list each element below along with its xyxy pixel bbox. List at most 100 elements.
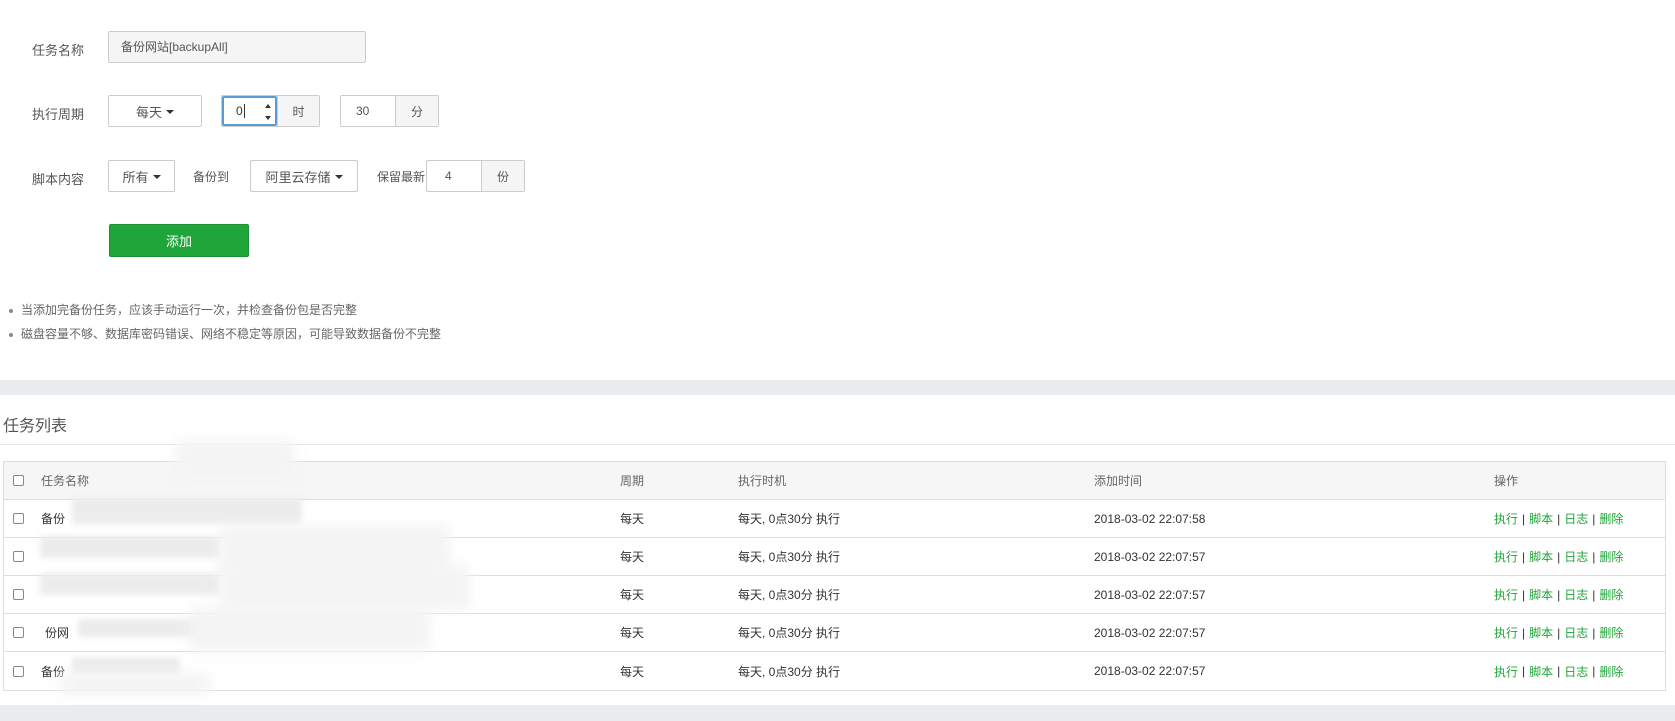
script-link[interactable]: 脚本	[1529, 510, 1553, 527]
action-separator: |	[1592, 511, 1596, 526]
section-divider	[0, 380, 1675, 395]
row-checkbox[interactable]	[13, 627, 24, 638]
add-button[interactable]: 添加	[109, 224, 249, 257]
keep-latest-label: 保留最新	[377, 170, 426, 184]
action-separator: |	[1557, 625, 1561, 640]
actions-cell: 执行 | 脚本 | 日志 | 删除	[1494, 652, 1623, 690]
backup-target-value: 阿里云存储	[265, 169, 331, 185]
row-checkbox-cell	[13, 500, 24, 537]
hour-unit: 时	[277, 96, 319, 126]
spinner-up-icon[interactable]	[265, 104, 272, 108]
row-checkbox[interactable]	[13, 551, 24, 562]
hour-spinner[interactable]: 0	[222, 96, 278, 126]
run-link[interactable]: 执行	[1494, 624, 1518, 641]
script-link[interactable]: 脚本	[1529, 586, 1553, 603]
keep-count-input[interactable]: 4	[427, 161, 481, 191]
col-period: 周期	[620, 474, 645, 488]
script-row: 脚本内容 所有 备份到 阿里云存储 保留最新 4 份	[0, 160, 1675, 194]
delete-link[interactable]: 删除	[1599, 663, 1623, 680]
col-actions: 操作	[1494, 474, 1519, 488]
delete-link[interactable]: 删除	[1599, 510, 1623, 527]
actions-cell: 执行 | 脚本 | 日志 | 删除	[1494, 538, 1623, 575]
keep-count-group: 4 份	[426, 160, 525, 192]
action-separator: |	[1522, 549, 1526, 564]
action-separator: |	[1557, 511, 1561, 526]
row-checkbox-cell	[13, 614, 24, 651]
period-dropdown[interactable]: 每天	[108, 95, 202, 127]
action-separator: |	[1592, 587, 1596, 602]
redaction-blur	[220, 565, 470, 610]
row-checkbox[interactable]	[13, 665, 24, 677]
log-link[interactable]: 日志	[1564, 663, 1588, 680]
added-cell: 2018-03-02 22:07:57	[1094, 587, 1206, 602]
script-link[interactable]: 脚本	[1529, 548, 1553, 565]
caret-down-icon	[152, 175, 161, 179]
spinner-down-icon[interactable]	[265, 116, 272, 120]
run-link[interactable]: 执行	[1494, 510, 1518, 527]
redaction-blur	[40, 573, 220, 595]
minute-unit: 分	[395, 96, 438, 126]
row-checkbox-cell	[13, 538, 24, 575]
task-name-cell: 备份	[41, 512, 66, 526]
timing-cell: 每天, 0点30分 执行	[738, 550, 841, 564]
tip-item: 磁盘容量不够、数据库密码错误、网络不稳定等原因，可能导致数据备份不完整	[8, 324, 441, 348]
actions-cell: 执行 | 脚本 | 日志 | 删除	[1494, 576, 1623, 613]
text-cursor	[243, 104, 245, 118]
backup-target-dropdown[interactable]: 阿里云存储	[250, 160, 358, 192]
period-cell: 每天	[620, 664, 645, 679]
period-dropdown-value: 每天	[135, 104, 162, 120]
cycle-label: 执行周期	[32, 107, 85, 122]
actions-cell: 执行 | 脚本 | 日志 | 删除	[1494, 500, 1623, 537]
script-link[interactable]: 脚本	[1529, 624, 1553, 641]
col-added: 添加时间	[1094, 474, 1143, 488]
delete-link[interactable]: 删除	[1599, 586, 1623, 603]
redaction-blur	[78, 619, 200, 637]
task-name-label: 任务名称	[32, 43, 85, 58]
action-separator: |	[1592, 625, 1596, 640]
row-checkbox-cell	[13, 652, 24, 690]
row-checkbox[interactable]	[13, 513, 24, 524]
cycle-row: 执行周期 每天 0 时 30 分	[0, 95, 1675, 129]
redaction-blur	[60, 673, 210, 695]
added-cell: 2018-03-02 22:07:58	[1094, 511, 1206, 526]
minute-input[interactable]: 30	[341, 96, 395, 126]
redaction-blur	[190, 607, 430, 652]
timing-cell: 每天, 0点30分 执行	[738, 664, 841, 679]
run-link[interactable]: 执行	[1494, 663, 1518, 680]
delete-link[interactable]: 删除	[1599, 624, 1623, 641]
row-checkbox[interactable]	[13, 589, 24, 600]
added-cell: 2018-03-02 22:07:57	[1094, 625, 1206, 640]
action-separator: |	[1522, 587, 1526, 602]
log-link[interactable]: 日志	[1564, 548, 1588, 565]
action-separator: |	[1557, 664, 1561, 678]
action-separator: |	[1522, 511, 1526, 526]
log-link[interactable]: 日志	[1564, 586, 1588, 603]
log-link[interactable]: 日志	[1564, 624, 1588, 641]
period-cell: 每天	[620, 626, 645, 640]
spinner-arrows[interactable]	[263, 100, 273, 124]
script-link[interactable]: 脚本	[1529, 663, 1553, 680]
content-dropdown[interactable]: 所有	[108, 160, 175, 192]
log-link[interactable]: 日志	[1564, 510, 1588, 527]
select-all-checkbox[interactable]	[13, 475, 24, 486]
tip-item: 当添加完备份任务，应该手动运行一次，并检查备份包是否完整	[8, 300, 441, 324]
task-list-panel: 任务列表 任务名称 周期 执行时机 添加时间 操作 备份 每天 每天, 0点30…	[0, 395, 1675, 705]
task-list-title: 任务列表	[3, 418, 68, 435]
bottom-divider	[0, 705, 1675, 721]
run-link[interactable]: 执行	[1494, 586, 1518, 603]
action-separator: |	[1557, 549, 1561, 564]
hour-value: 0	[236, 104, 243, 118]
task-name-cell: 份网	[45, 626, 70, 640]
script-label: 脚本内容	[32, 172, 85, 187]
delete-link[interactable]: 删除	[1599, 548, 1623, 565]
action-separator: |	[1557, 587, 1561, 602]
run-link[interactable]: 执行	[1494, 548, 1518, 565]
action-separator: |	[1522, 625, 1526, 640]
task-name-input[interactable]: 备份网站[backupAll]	[108, 31, 366, 63]
backup-to-label: 备份到	[193, 170, 230, 184]
timing-cell: 每天, 0点30分 执行	[738, 588, 841, 602]
hour-input-group: 0 时	[221, 95, 320, 127]
task-name-row: 任务名称 备份网站[backupAll]	[0, 31, 1675, 65]
action-separator: |	[1522, 664, 1526, 678]
timing-cell: 每天, 0点30分 执行	[738, 626, 841, 640]
